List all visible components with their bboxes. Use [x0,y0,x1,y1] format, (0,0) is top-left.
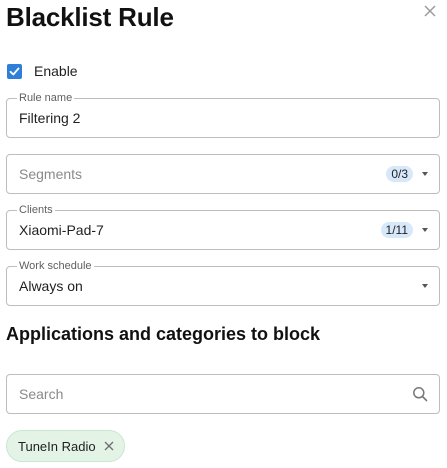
chip-label: TuneIn Radio [18,438,96,454]
dialog-title: Blacklist Rule [6,2,174,32]
clients-count-badge: 1/11 [380,222,413,238]
enable-label[interactable]: Enable [34,63,78,79]
chevron-down-icon[interactable] [422,284,428,288]
chevron-down-icon[interactable] [422,172,428,176]
chip-remove-icon[interactable] [104,441,114,451]
clients-select[interactable]: Clients Xiaomi-Pad-7 1/11 [6,204,440,250]
rule-name-value[interactable]: Filtering 2 [19,110,80,126]
clients-value: Xiaomi-Pad-7 [19,222,104,238]
apps-section-heading: Applications and categories to block [6,324,321,344]
clients-legend: Clients [17,204,55,216]
chevron-down-icon[interactable] [422,228,428,232]
blacklist-rule-dialog: Blacklist Rule Enable Rule name Filterin… [0,0,447,468]
segments-count-badge: 0/3 [386,166,413,182]
rule-name-field[interactable]: Rule name Filtering 2 [6,92,440,138]
close-icon[interactable] [423,4,437,18]
rule-name-legend: Rule name [17,92,75,104]
work-schedule-select[interactable]: Work schedule Always on [6,260,440,306]
checkmark-icon [9,67,20,75]
segments-placeholder: Segments [19,166,83,182]
work-schedule-value: Always on [19,278,83,294]
enable-checkbox[interactable] [7,63,22,79]
search-icon[interactable] [412,386,428,402]
enable-row: Enable [7,63,78,79]
search-placeholder: Search [19,386,64,402]
app-chip-tunein-radio: TuneIn Radio [6,430,125,462]
search-input[interactable]: Search [6,374,440,414]
work-schedule-legend: Work schedule [17,260,94,272]
segments-select[interactable]: Segments 0/3 [6,154,440,194]
